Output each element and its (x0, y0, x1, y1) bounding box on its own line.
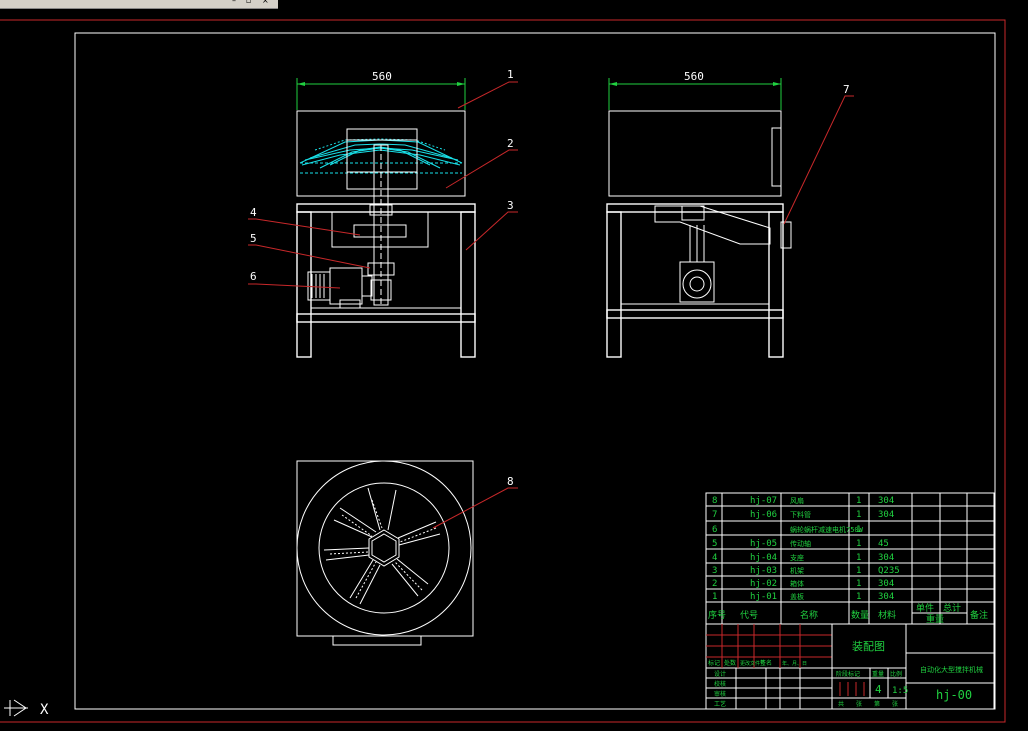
bom-hdr-weight: 重量 (926, 613, 944, 625)
balloons: 1 2 3 4 5 6 7 8 (250, 68, 850, 488)
bom-row-8-name: 风扇 (790, 496, 804, 505)
bom-row-5-code: hj-05 (750, 539, 777, 549)
bom-hdr-remark: 备注 (970, 609, 988, 621)
bom-row-4-code: hj-04 (750, 553, 777, 563)
fan-arms (323, 487, 441, 605)
front-dim-text: 560 (372, 70, 392, 83)
bom-row-5-qty: 1 (856, 539, 861, 549)
cad-drawing-canvas[interactable]: 560 560 1 2 3 4 5 6 7 8 8 hj-07 风扇 1 304… (0, 0, 1028, 731)
bom-row-7-code: hj-06 (750, 510, 777, 520)
title-stage-0: 阶段标记 (836, 670, 860, 678)
bom-hdr-material: 材料 (878, 609, 896, 621)
bom-row-7-name: 下料管 (790, 510, 811, 519)
title-sheet-lbl-2: 第 (874, 700, 880, 708)
title-drawing-name: 装配图 (852, 640, 885, 653)
bom-row-2-name: 箱体 (790, 579, 804, 588)
bom-row-5-name: 传动轴 (790, 539, 811, 548)
bom-row-7-material: 304 (878, 510, 894, 520)
title-row-0: 设计 (714, 670, 726, 678)
bom-hdr-total: 总计 (943, 602, 961, 614)
balloon-6: 6 (250, 270, 257, 283)
bom-row-3-code: hj-03 (750, 566, 777, 576)
title-row-2: 审核 (714, 690, 726, 698)
bom-row-1-name: 盖板 (790, 592, 804, 601)
bom-row-6-qty: 1 (856, 525, 861, 535)
title-hdr-0: 标记 (708, 659, 720, 667)
balloon-2: 2 (507, 137, 514, 150)
front-view: 560 (296, 70, 476, 358)
bom-row-8-no: 8 (712, 496, 717, 506)
bom-row-2-code: hj-02 (750, 579, 777, 589)
bom-row-4-material: 304 (878, 553, 894, 563)
title-drawing-no: hj-00 (936, 688, 972, 702)
title-block: 装配图 自动化大型搅拌机械 hj-00 4 1:5 阶段标记 重量 比例 共 张… (705, 623, 995, 710)
drawing-frame (74, 32, 996, 710)
title-row-3: 工艺 (714, 700, 726, 708)
bom-row-1-material: 304 (878, 592, 894, 602)
title-company: 自动化大型搅拌机械 (920, 665, 983, 674)
title-sheets: 4 (875, 683, 882, 696)
top-view (296, 460, 474, 646)
bom-row-3-material: Q235 (878, 566, 900, 576)
bom-row-7-qty: 1 (856, 510, 861, 520)
bom-row-5-material: 45 (878, 539, 889, 549)
bom-row-1-qty: 1 (856, 592, 861, 602)
title-hdr-1: 处数 (724, 659, 736, 667)
bom-hdr-name: 名称 (800, 609, 818, 621)
bom-hdr-code: 代号 (740, 610, 758, 621)
bom-row-4-no: 4 (712, 553, 717, 563)
bom-row-8-qty: 1 (856, 496, 861, 506)
title-sheet-lbl-0: 共 (838, 700, 844, 708)
bom-hdr-qty: 数量 (851, 609, 869, 621)
balloon-8: 8 (507, 475, 514, 488)
bom-table: 8 hj-07 风扇 1 3047 hj-06 下料管 1 3046 蜗轮蜗杆减速电机750W15… (705, 492, 995, 625)
bom-row-4-name: 支座 (790, 553, 804, 562)
balloon-4: 4 (250, 206, 257, 219)
bom-row-6-no: 6 (712, 525, 717, 535)
title-hdr-4: 年、月、日 (782, 660, 807, 667)
bom-row-8-material: 304 (878, 496, 894, 506)
side-dim-text: 560 (684, 70, 704, 83)
bom-row-3-qty: 1 (856, 566, 861, 576)
side-view: 560 (606, 70, 792, 358)
bom-row-1-code: hj-01 (750, 592, 777, 602)
balloon-3: 3 (507, 199, 514, 212)
bom-row-2-material: 304 (878, 579, 894, 589)
balloon-7: 7 (843, 83, 850, 96)
bom-hdr-no: 序号 (708, 609, 726, 621)
ucs-axis-label: X (40, 702, 49, 718)
title-sheet-lbl-1: 张 (856, 700, 862, 708)
title-row-1: 校核 (714, 680, 726, 688)
bom-row-3-name: 机架 (790, 566, 804, 575)
bom-row-2-qty: 1 (856, 579, 861, 589)
bom-row-3-no: 3 (712, 566, 717, 576)
title-scale: 1:5 (892, 686, 908, 696)
bom-row-1-no: 1 (712, 592, 717, 602)
title-sheet-lbl-3: 张 (892, 700, 898, 708)
balloon-5: 5 (250, 232, 257, 245)
bom-row-2-no: 2 (712, 579, 717, 589)
title-stage-2: 比例 (890, 670, 902, 678)
bom-row-5-no: 5 (712, 539, 717, 549)
bom-row-7-no: 7 (712, 510, 717, 520)
bom-row-8-code: hj-07 (750, 496, 777, 506)
bom-row-6-name: 蜗轮蜗杆减速电机750W (790, 525, 864, 534)
bom-row-4-qty: 1 (856, 553, 861, 563)
bom-hdr-single: 单件 (916, 602, 934, 614)
title-hdr-3: 签名 (760, 659, 772, 667)
title-stage-1: 重量 (872, 670, 884, 678)
ucs-icon: X (4, 699, 49, 718)
balloon-1: 1 (507, 68, 514, 81)
